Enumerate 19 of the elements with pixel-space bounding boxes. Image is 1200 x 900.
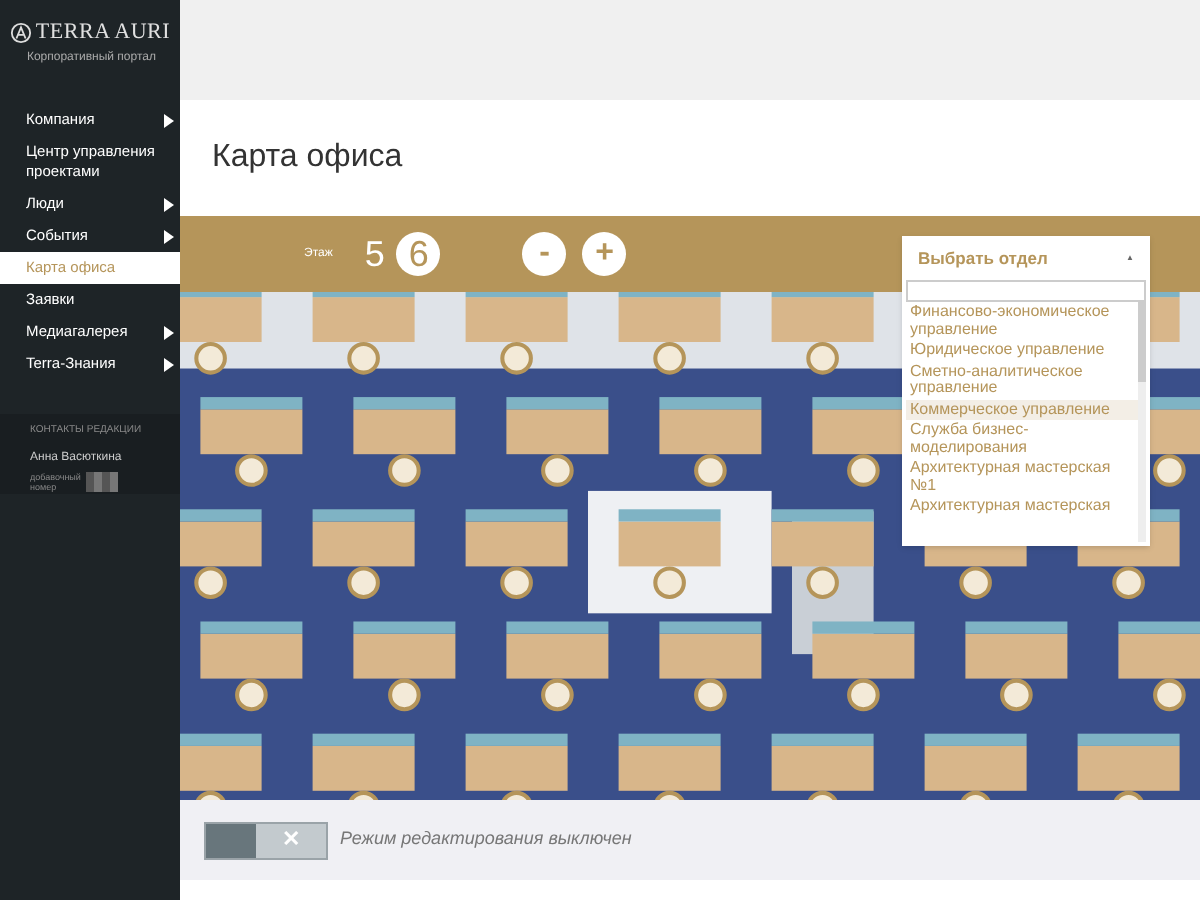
scrollbar[interactable]	[1138, 302, 1146, 542]
department-option[interactable]: Финансово-экономическое управление	[906, 302, 1138, 340]
edit-mode-toggle[interactable]: ✕	[204, 821, 328, 859]
floor-button[interactable]: 5	[352, 232, 397, 276]
search-field[interactable]	[906, 280, 1146, 302]
department-option[interactable]: Юридическое управление	[906, 340, 1138, 361]
edit-mode-label: Режим редактирования выключен	[340, 826, 632, 853]
logo-icon	[9, 21, 32, 44]
zoom-button[interactable]: +	[582, 232, 627, 276]
page-title: Карта офиса	[212, 138, 403, 178]
department-option[interactable]: Служба бизнес-моделирования	[906, 420, 1138, 458]
department-option[interactable]: Архитектурная мастерская	[906, 496, 1138, 517]
zoom-button[interactable]: -	[522, 232, 567, 276]
extension-number	[86, 471, 118, 491]
logo-name: TERRA AURI	[35, 18, 171, 48]
department-option[interactable]: Сметно-аналитическое управление	[906, 361, 1138, 399]
department-option[interactable]: Архитектурная мастерская №1	[906, 458, 1138, 496]
department-option[interactable]: Коммерческое управление	[906, 399, 1138, 420]
floor-button[interactable]: 6	[396, 232, 441, 276]
